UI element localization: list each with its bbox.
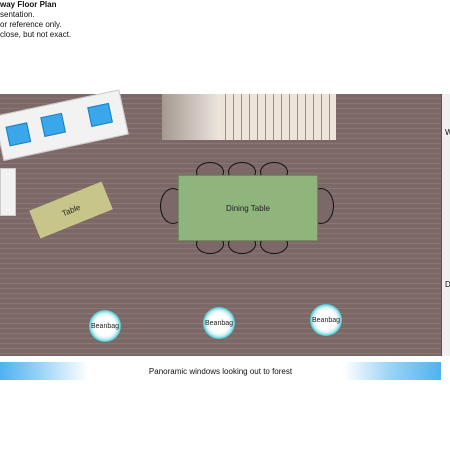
sofa-chaise [0, 168, 16, 216]
right-wall-label-w: W [445, 128, 450, 137]
plan-header: way Floor Plan sentation. or reference o… [0, 0, 71, 40]
dining-table-label: Dining Table [226, 203, 270, 213]
panoramic-windows: Panoramic windows looking out to forest [0, 362, 441, 380]
dining-table: Dining Table [178, 175, 318, 241]
side-table-label: Table [60, 202, 82, 218]
beanbag-label: Beanbag [90, 322, 120, 330]
sofa-cushion [87, 102, 113, 127]
beanbag: Beanbag [310, 304, 342, 336]
staircase [162, 94, 336, 140]
plan-note-1: sentation. [0, 10, 35, 19]
plan-title: way Floor Plan [0, 0, 57, 9]
beanbag: Beanbag [89, 310, 121, 342]
beanbag-label: Beanbag [311, 316, 341, 324]
beanbag: Beanbag [203, 307, 235, 339]
sofa-cushion [40, 112, 66, 137]
stair-landing [162, 94, 222, 140]
right-wall-label-d: D [445, 280, 450, 289]
windows-label: Panoramic windows looking out to forest [148, 366, 293, 376]
sofa-cushion [5, 122, 32, 147]
stair-steps [218, 94, 336, 140]
right-wall: W D [441, 94, 450, 356]
plan-note-2: or reference only. [0, 20, 62, 29]
beanbag-label: Beanbag [204, 319, 234, 327]
plan-note-3: close, but not exact. [0, 30, 72, 39]
